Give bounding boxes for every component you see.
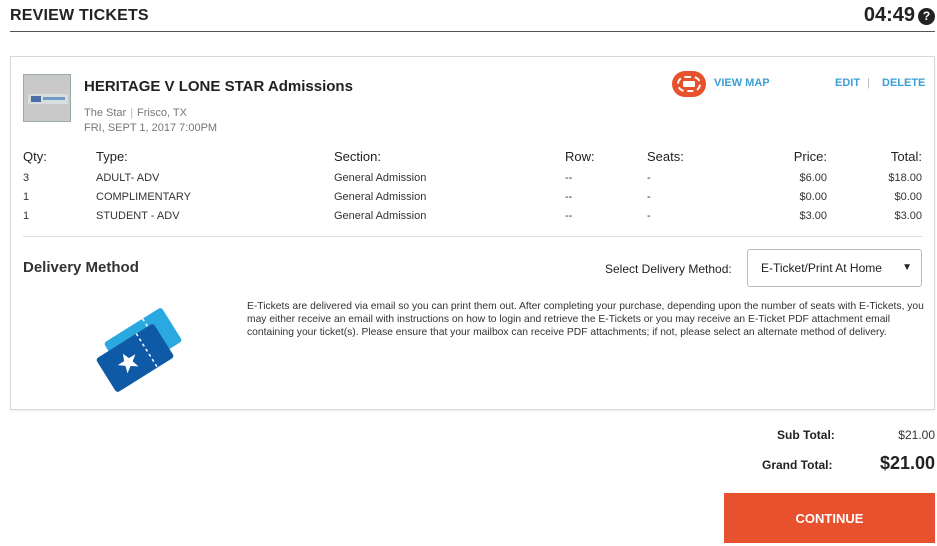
table-header: Qty: Type: Section: Row: Seats: Price: T… — [23, 149, 922, 172]
stadium-map-icon[interactable] — [672, 71, 706, 97]
page-title: REVIEW TICKETS — [10, 7, 149, 24]
event-thumbnail — [23, 74, 71, 122]
cell-total: $18.00 — [888, 172, 922, 184]
delivery-method-select[interactable]: E-Ticket/Print At Home ▼ — [747, 249, 922, 287]
cell-type: COMPLIMENTARY — [96, 191, 191, 203]
cell-qty: 1 — [23, 191, 30, 203]
cell-row: -- — [565, 210, 573, 222]
cell-price: $6.00 — [799, 172, 827, 184]
cell-qty: 1 — [23, 210, 30, 222]
table-row: 1 COMPLIMENTARY General Admission -- - $… — [23, 191, 922, 210]
continue-button[interactable]: CONTINUE — [724, 493, 935, 543]
cell-section: General Admission — [334, 172, 427, 184]
header-section: Section: — [334, 149, 381, 164]
cell-qty: 3 — [23, 172, 30, 184]
venue-name: The Star — [84, 107, 127, 119]
event-venue: The Star | Frisco, TX — [84, 107, 187, 119]
table-row: 1 STUDENT - ADV General Admission -- - $… — [23, 210, 922, 229]
cell-type: STUDENT - ADV — [96, 210, 180, 222]
cell-section: General Admission — [334, 191, 427, 203]
grand-total-label: Grand Total: — [762, 458, 833, 472]
header-row: Row: — [565, 149, 595, 164]
page-header: REVIEW TICKETS 04:49 ? — [10, 0, 935, 32]
grand-total-value: $21.00 — [879, 453, 935, 473]
venue-separator: | — [130, 107, 134, 119]
cell-price: $3.00 — [799, 210, 827, 222]
cell-seats: - — [647, 172, 651, 184]
cell-seats: - — [647, 191, 651, 203]
delivery-select-label: Select Delivery Method: — [605, 262, 732, 276]
ticket-card: HERITAGE V LONE STAR Admissions The Star… — [10, 56, 935, 410]
event-date: FRI, SEPT 1, 2017 7:00PM — [84, 122, 218, 134]
delivery-description: E-Tickets are delivered via email so you… — [247, 301, 924, 338]
cell-row: -- — [565, 191, 573, 203]
cell-total: $0.00 — [894, 191, 922, 203]
header-type: Type: — [96, 149, 128, 164]
event-title: HERITAGE V LONE STAR Admissions — [84, 78, 353, 95]
table-row: 3 ADULT- ADV General Admission -- - $6.0… — [23, 172, 922, 191]
cell-price: $0.00 — [799, 191, 827, 203]
cell-row: -- — [565, 172, 573, 184]
section-divider — [23, 236, 922, 237]
delete-link[interactable]: DELETE — [882, 77, 925, 89]
header-seats: Seats: — [647, 149, 684, 164]
view-map-link[interactable]: VIEW MAP — [714, 77, 770, 89]
cell-total: $3.00 — [894, 210, 922, 222]
subtotal-label: Sub Total: — [777, 428, 835, 442]
header-total: Total: — [890, 149, 922, 164]
edit-link[interactable]: EDIT — [835, 77, 860, 89]
link-separator: | — [867, 77, 870, 89]
help-icon[interactable]: ? — [918, 7, 935, 25]
cell-section: General Admission — [334, 210, 427, 222]
cell-type: ADULT- ADV — [96, 172, 160, 184]
chevron-down-icon: ▼ — [902, 262, 912, 273]
delivery-selected-value: E-Ticket/Print At Home — [761, 261, 882, 275]
e-ticket-icon — [96, 308, 182, 392]
timer-value: 04:49 — [863, 4, 915, 26]
subtotal-value: $21.00 — [898, 428, 935, 442]
delivery-method-title: Delivery Method — [23, 259, 139, 276]
cell-seats: - — [647, 210, 651, 222]
tickets-table: Qty: Type: Section: Row: Seats: Price: T… — [23, 149, 922, 229]
header-qty: Qty: — [23, 149, 47, 164]
venue-city: Frisco, TX — [137, 107, 187, 119]
header-price: Price: — [793, 149, 827, 164]
countdown-timer: 04:49 ? — [864, 4, 935, 27]
